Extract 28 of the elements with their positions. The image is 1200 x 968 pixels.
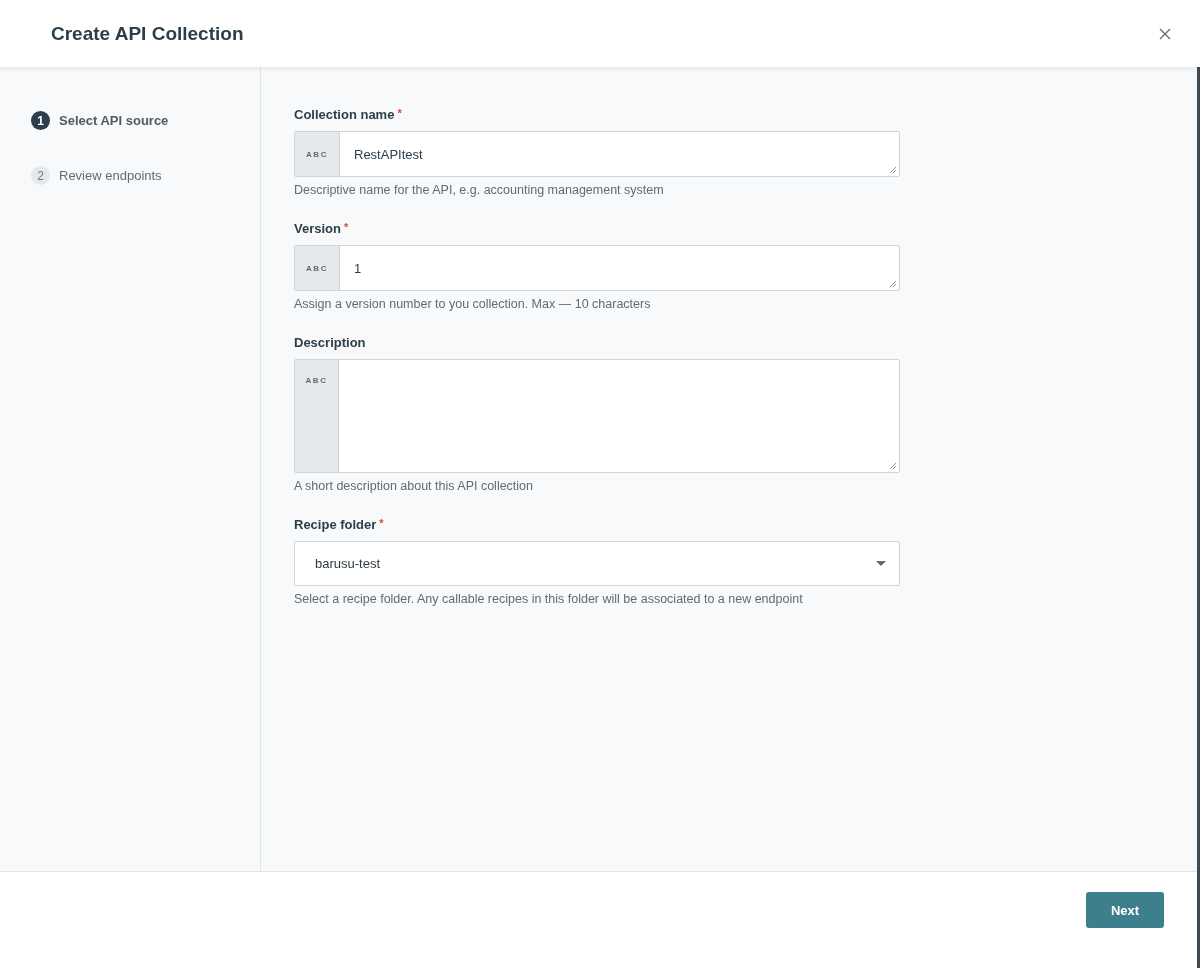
field-label: Description [294,335,367,350]
input-field[interactable]: ABC 1 [294,245,900,291]
step-number: 2 [31,166,50,185]
resize-handle-icon[interactable] [889,166,897,174]
resize-handle-icon[interactable] [889,462,897,470]
field-label: Version * [294,221,350,236]
field-type-label: ABC [306,263,328,273]
textarea-field[interactable]: ABC [294,359,900,473]
field-value: 1 [354,260,362,276]
help-text: Assign a version number to you collection. Max — 10 characters [294,297,652,311]
step-number: 1 [31,111,50,130]
close-icon [1159,27,1171,40]
input-field[interactable]: ABC RestAPItest [294,131,900,177]
dropdown-field[interactable]: barusu-test [294,541,900,586]
step-item[interactable]: 2 Review endpoints [0,160,260,215]
resize-handle-icon[interactable] [889,280,897,288]
dialog-title: Create API Collection [51,22,244,45]
field-type-label: ABC [306,149,328,159]
caret-icon [876,560,886,567]
field-label: Collection name * [294,107,403,122]
field-value: RestAPItest [354,146,423,162]
field-label: Recipe folder * [294,517,385,532]
help-text: A short description about this API collection [294,479,535,493]
next-button[interactable]: Next [1086,892,1164,928]
field-type-label: ABC [305,376,328,385]
step-item[interactable]: 1 Select API source [0,105,260,160]
help-text: Select a recipe folder. Any callable recipes in this folder will be associated to a new endpoint [294,592,804,606]
help-text: Descriptive name for the API, e.g. accounting management system [294,183,665,197]
